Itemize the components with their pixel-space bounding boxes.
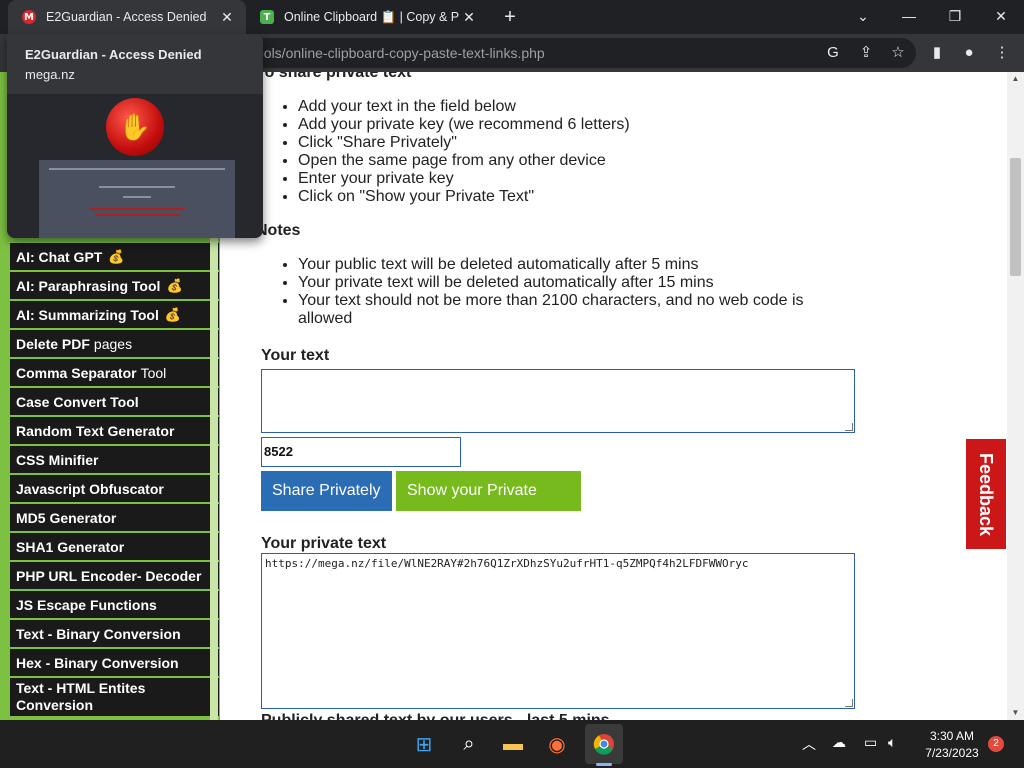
address-bar[interactable]: ools/online-clipboard-copy-paste-text-li…	[240, 38, 916, 68]
profile-icon[interactable]: ●	[958, 42, 980, 64]
windows-taskbar: ⊞ ⌕ ▬ ◉ ︿ ☁ ▭ 🔈︎ 3:30 AM 7/23/2023 2	[0, 720, 1024, 768]
notification-badge[interactable]: 2	[988, 736, 1004, 752]
sidebar-item-css-minifier[interactable]: CSS Minifier	[10, 445, 220, 474]
feedback-tab[interactable]: Feedback	[965, 438, 1007, 550]
list-item: Your text should not be more than 2100 c…	[298, 292, 818, 328]
onedrive-icon[interactable]: ☁	[832, 734, 846, 751]
list-item: Add your text in the field below	[298, 98, 630, 116]
minimize-button[interactable]: —	[886, 0, 932, 32]
private-key-input[interactable]: 8522	[261, 437, 461, 467]
sidebar-item-summarizing[interactable]: AI: Summarizing Tool 💰	[10, 300, 220, 329]
resize-grip-icon[interactable]	[845, 699, 853, 707]
close-tab-icon[interactable]: ✕	[460, 8, 478, 26]
preview-page-thumbnail	[39, 160, 235, 238]
private-text-label: Your private text	[261, 535, 387, 552]
main-content: To share private text Add your text in t…	[228, 72, 1008, 720]
public-text-heading: Publicly shared text by our users - last…	[261, 712, 610, 720]
list-item: Click "Share Privately"	[298, 134, 630, 152]
sidebar-item-paraphrasing[interactable]: AI: Paraphrasing Tool 💰	[10, 271, 220, 300]
sidebar-item-case-convert[interactable]: Case Convert Tool	[10, 387, 220, 416]
money-bag-icon: 💰	[166, 277, 183, 293]
restore-button[interactable]: ❐	[932, 0, 978, 32]
sidebar-item-text-binary[interactable]: Text - Binary Conversion	[10, 619, 220, 648]
sidebar-item-html-entities[interactable]: Text - HTML Entites Conversion	[10, 677, 220, 717]
tab-e2guardian[interactable]: M E2Guardian - Access Denied ✕	[8, 0, 246, 34]
bookmark-star-icon[interactable]: ☆	[887, 42, 909, 64]
your-text-textarea[interactable]	[261, 369, 855, 433]
tab-hover-card: E2Guardian - Access Denied mega.nz ✋	[7, 34, 263, 238]
list-item: Click on "Show your Private Text"	[298, 188, 630, 206]
sidebar-item-hex-binary[interactable]: Hex - Binary Conversion	[10, 648, 220, 677]
tab-title: Online Clipboard 📋 | Copy & Paste	[284, 9, 459, 24]
share-heading: To share private text	[256, 72, 412, 81]
clock-time[interactable]: 3:30 AM	[920, 729, 984, 743]
sidebar-item-random-text[interactable]: Random Text Generator	[10, 416, 220, 445]
url-text: ools/online-clipboard-copy-paste-text-li…	[256, 45, 545, 61]
volume-icon[interactable]: 🔈︎	[888, 734, 896, 751]
list-item: Enter your private key	[298, 170, 630, 188]
share-steps-list: Add your text in the field below Add you…	[298, 98, 630, 206]
new-tab-button[interactable]: +	[498, 5, 522, 29]
sidebar-item-chat-gpt[interactable]: AI: Chat GPT 💰	[10, 242, 220, 271]
hover-card-domain: mega.nz	[25, 67, 75, 82]
money-bag-icon: 💰	[108, 248, 125, 264]
chevron-up-icon[interactable]: ︿	[802, 734, 816, 754]
close-tab-icon[interactable]: ✕	[218, 8, 236, 26]
sidebar-item-md5[interactable]: MD5 Generator	[10, 503, 220, 532]
hover-card-preview: ✋	[7, 94, 263, 238]
network-icon[interactable]: ▭	[864, 734, 877, 751]
notes-list: Your public text will be deleted automat…	[298, 256, 818, 328]
scroll-up-icon[interactable]: ▲	[1007, 72, 1024, 86]
share-icon[interactable]: ⇪	[855, 42, 877, 64]
sidebar-item-php-url[interactable]: PHP URL Encoder- Decoder	[10, 561, 220, 590]
tab-title: E2Guardian - Access Denied	[46, 10, 207, 24]
file-explorer-icon[interactable]: ▬	[499, 730, 527, 758]
t-logo-icon: T	[260, 10, 274, 24]
search-icon[interactable]: ⌕	[455, 730, 483, 758]
your-text-label: Your text	[261, 347, 330, 364]
scroll-down-icon[interactable]: ▼	[1007, 706, 1024, 720]
chrome-icon[interactable]	[590, 730, 618, 758]
show-private-text-button[interactable]: Show your Private Text	[396, 471, 581, 539]
stop-hand-icon: ✋	[106, 98, 164, 156]
list-item: Your private text will be deleted automa…	[298, 274, 818, 292]
tab-online-clipboard[interactable]: T Online Clipboard 📋 | Copy & Paste ✕	[250, 0, 488, 34]
close-window-button[interactable]: ✕	[978, 0, 1024, 32]
share-privately-button[interactable]: Share Privately	[261, 471, 392, 511]
google-icon[interactable]: G	[822, 42, 844, 64]
private-text-value: https://mega.nz/file/WlNE2RAY#2h76Q1ZrXD…	[265, 557, 749, 570]
list-item: Add your private key (we recommend 6 let…	[298, 116, 630, 134]
sidebar-item-delete-pdf[interactable]: Delete PDF pages	[10, 329, 220, 358]
list-item: Your public text will be deleted automat…	[298, 256, 818, 274]
side-panel-icon[interactable]: ▮	[926, 42, 948, 64]
sidebar-item-comma-separator[interactable]: Comma Separator Tool	[10, 358, 220, 387]
page-scrollbar[interactable]: ▲ ▼	[1007, 72, 1024, 720]
list-item: Open the same page from any other device	[298, 152, 630, 170]
money-bag-icon: 💰	[164, 306, 182, 322]
sidebar-item-js-escape[interactable]: JS Escape Functions	[10, 590, 220, 619]
clock-date[interactable]: 7/23/2023	[916, 746, 988, 760]
menu-dots-icon[interactable]: ⋮	[991, 42, 1013, 64]
resize-grip-icon[interactable]	[845, 423, 853, 431]
tab-strip: M E2Guardian - Access Denied ✕ T Online …	[0, 0, 1024, 34]
firefox-icon[interactable]: ◉	[543, 730, 571, 758]
mega-icon: M	[22, 10, 36, 24]
tab-search-icon[interactable]: ⌄	[840, 0, 886, 32]
active-app-indicator	[596, 763, 612, 766]
chrome-logo-icon	[593, 734, 614, 755]
private-text-textarea[interactable]: https://mega.nz/file/WlNE2RAY#2h76Q1ZrXD…	[261, 553, 855, 709]
sidebar-item-js-obfuscator[interactable]: Javascript Obfuscator	[10, 474, 220, 503]
windows-start-icon[interactable]: ⊞	[410, 730, 438, 758]
scroll-thumb[interactable]	[1010, 158, 1021, 276]
sidebar-item-sha1[interactable]: SHA1 Generator	[10, 532, 220, 561]
hover-card-title: E2Guardian - Access Denied	[25, 47, 202, 62]
